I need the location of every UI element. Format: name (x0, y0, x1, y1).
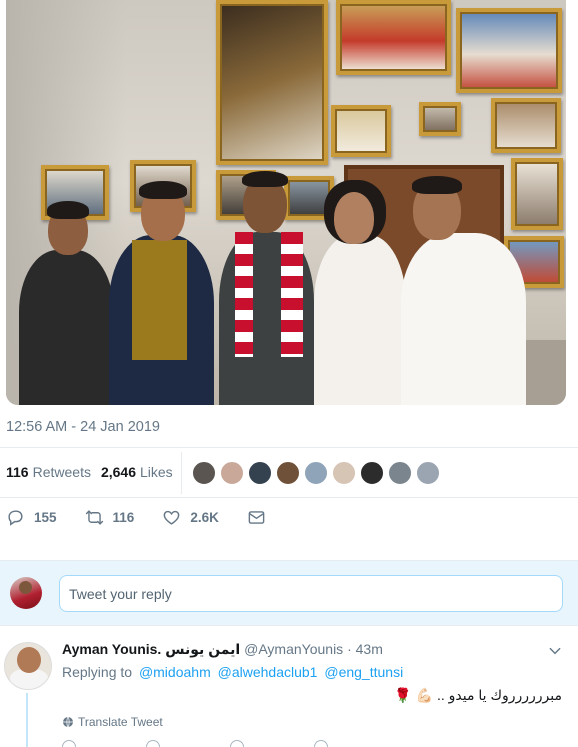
retweet-count: 116 (112, 510, 135, 525)
reply-text: مبرررررروك يا ميدو .. 💪🏻 🌹 (394, 687, 562, 703)
retweets-count: 116 (6, 464, 29, 480)
liker-avatar[interactable] (360, 461, 384, 485)
retweets-label: Retweets (32, 464, 91, 480)
retweet-button[interactable]: 116 (85, 508, 135, 527)
reply-author-name[interactable]: Ayman Younis. ايمن يونس (62, 641, 240, 657)
liker-avatar[interactable] (304, 461, 328, 485)
tweet-photo[interactable] (6, 0, 566, 405)
reply-time[interactable]: 43m (356, 641, 383, 657)
reply-button[interactable]: 155 (6, 508, 57, 527)
retweet-icon (85, 510, 103, 525)
replying-to-label: Replying to (62, 664, 133, 680)
stats-separator (181, 452, 182, 494)
liker-avatar[interactable] (220, 461, 244, 485)
mention-link[interactable]: @midoahm (139, 664, 211, 680)
reply-separator: · (347, 641, 352, 657)
globe-icon (63, 716, 73, 728)
picture-frame (216, 0, 328, 165)
liker-avatar[interactable] (276, 461, 300, 485)
envelope-icon[interactable] (314, 740, 328, 747)
likes-stat[interactable]: 2,646 Likes (101, 464, 173, 480)
mention-link[interactable]: @alwehdaclub1 (218, 664, 318, 680)
reply-actions-partial (62, 740, 398, 747)
reply-author-avatar[interactable] (4, 642, 52, 690)
heart-icon (163, 510, 180, 525)
chevron-down-icon[interactable] (548, 644, 562, 658)
envelope-icon (248, 511, 265, 524)
person-3 (211, 170, 321, 405)
translate-label: Translate Tweet (78, 715, 163, 729)
liker-avatar[interactable] (192, 461, 216, 485)
person-5 (391, 175, 536, 405)
current-user-avatar[interactable] (10, 577, 42, 609)
replying-to-line: Replying to @midoahm @alwehdaclub1 @eng_… (62, 664, 403, 680)
like-button[interactable]: 2.6K (162, 508, 219, 527)
heart-icon[interactable] (230, 740, 244, 747)
reply-header: Ayman Younis. ايمن يونس @AymanYounis · 4… (62, 641, 383, 658)
reply-author-handle[interactable]: @AymanYounis (244, 641, 343, 657)
divider (0, 447, 578, 448)
mention-link[interactable]: @eng_ttunsi (324, 664, 403, 680)
picture-frame (331, 105, 391, 157)
person-2 (104, 180, 219, 405)
picture-frame (336, 0, 451, 75)
thread-line (26, 693, 28, 747)
reply-icon (8, 510, 23, 526)
reply-count: 155 (34, 510, 57, 525)
retweet-icon[interactable] (146, 740, 160, 747)
divider (0, 497, 578, 498)
liker-avatars (192, 461, 444, 485)
liker-avatar[interactable] (332, 461, 356, 485)
likes-label: Likes (140, 464, 173, 480)
picture-frame (419, 102, 461, 136)
liker-avatar[interactable] (416, 461, 440, 485)
direct-message-button[interactable] (247, 508, 275, 527)
reply-icon[interactable] (62, 740, 76, 747)
liker-avatar[interactable] (388, 461, 412, 485)
picture-frame (491, 98, 561, 153)
retweets-stat[interactable]: 116 Retweets (6, 464, 91, 480)
tweet-timestamp[interactable]: 12:56 AM - 24 Jan 2019 (6, 419, 160, 435)
tweet-actions: 155 116 2.6K (6, 508, 303, 527)
reply-input[interactable] (59, 575, 563, 612)
translate-tweet-link[interactable]: Translate Tweet (62, 715, 163, 729)
tweet-stats: 116 Retweets 2,646 Likes (6, 464, 183, 480)
picture-frame (456, 8, 562, 93)
liker-avatar[interactable] (248, 461, 272, 485)
like-count: 2.6K (190, 510, 219, 525)
likes-count: 2,646 (100, 464, 136, 480)
